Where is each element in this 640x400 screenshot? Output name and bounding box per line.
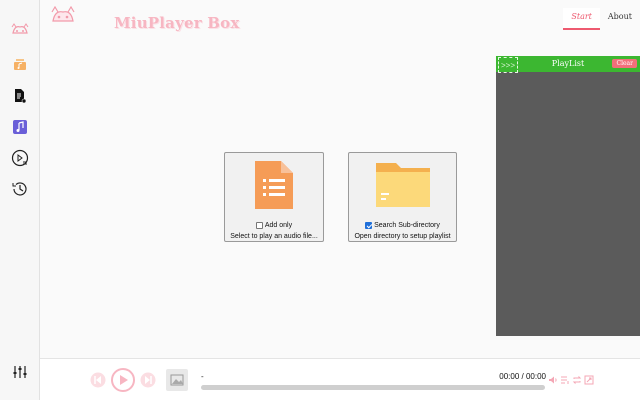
time-display: 00:00 / 00:00 (499, 372, 546, 381)
next-button[interactable] (140, 372, 156, 388)
open-directory-label: Open directory to setup playlist (354, 233, 451, 240)
sidebar (0, 0, 40, 400)
search-subdirectory-checkbox[interactable] (365, 222, 373, 229)
logo-icon[interactable] (8, 18, 32, 42)
tab-about[interactable]: About (600, 8, 640, 30)
playlist-clear-button[interactable]: Clear (612, 59, 637, 68)
select-file-label: Select to play an audio file... (230, 233, 318, 240)
music-note-icon[interactable] (8, 115, 32, 139)
track-name: - (201, 372, 204, 381)
open-file-card[interactable]: Add only Select to play an audio file... (224, 152, 324, 242)
nav-tabs: Start About (563, 8, 640, 30)
audio-file-icon[interactable] (8, 84, 32, 108)
folder-icon (349, 159, 456, 209)
player-bar: - 00:00 / 00:00 (40, 358, 640, 400)
app-title: MiuPlayer Box (114, 14, 240, 32)
header: MiuPlayer Box Start About (40, 0, 640, 36)
open-directory-card[interactable]: Search Sub-directory Open directory to s… (348, 152, 457, 242)
play-button[interactable] (111, 368, 135, 392)
audio-file-icon (225, 159, 323, 211)
search-subdirectory-option[interactable]: Search Sub-directory (349, 222, 456, 229)
volume-icon[interactable] (548, 375, 558, 385)
brand-logo-icon (50, 5, 76, 26)
previous-button[interactable] (90, 372, 106, 388)
tab-start[interactable]: Start (563, 8, 600, 30)
add-only-label: Add only (264, 222, 293, 229)
equalizer-icon[interactable] (8, 360, 32, 384)
album-art-icon (165, 368, 189, 392)
search-subdirectory-label: Search Sub-directory (374, 222, 440, 229)
repeat-icon[interactable] (572, 375, 582, 385)
play-list-icon[interactable] (8, 146, 32, 170)
app-window: MiuPlayer Box Start About Add only Selec… (0, 0, 640, 400)
history-icon[interactable] (8, 177, 32, 201)
fullscreen-icon[interactable] (584, 375, 594, 385)
progress-bar[interactable] (201, 385, 545, 390)
playlist-header: >>> PlayList Clear (496, 56, 640, 73)
add-only-checkbox[interactable] (255, 222, 263, 229)
playlist-panel: >>> PlayList Clear (496, 56, 640, 336)
playlist-mode-icon[interactable] (560, 375, 570, 385)
add-only-option[interactable]: Add only (225, 222, 323, 229)
playlist-music-icon[interactable] (8, 52, 32, 76)
